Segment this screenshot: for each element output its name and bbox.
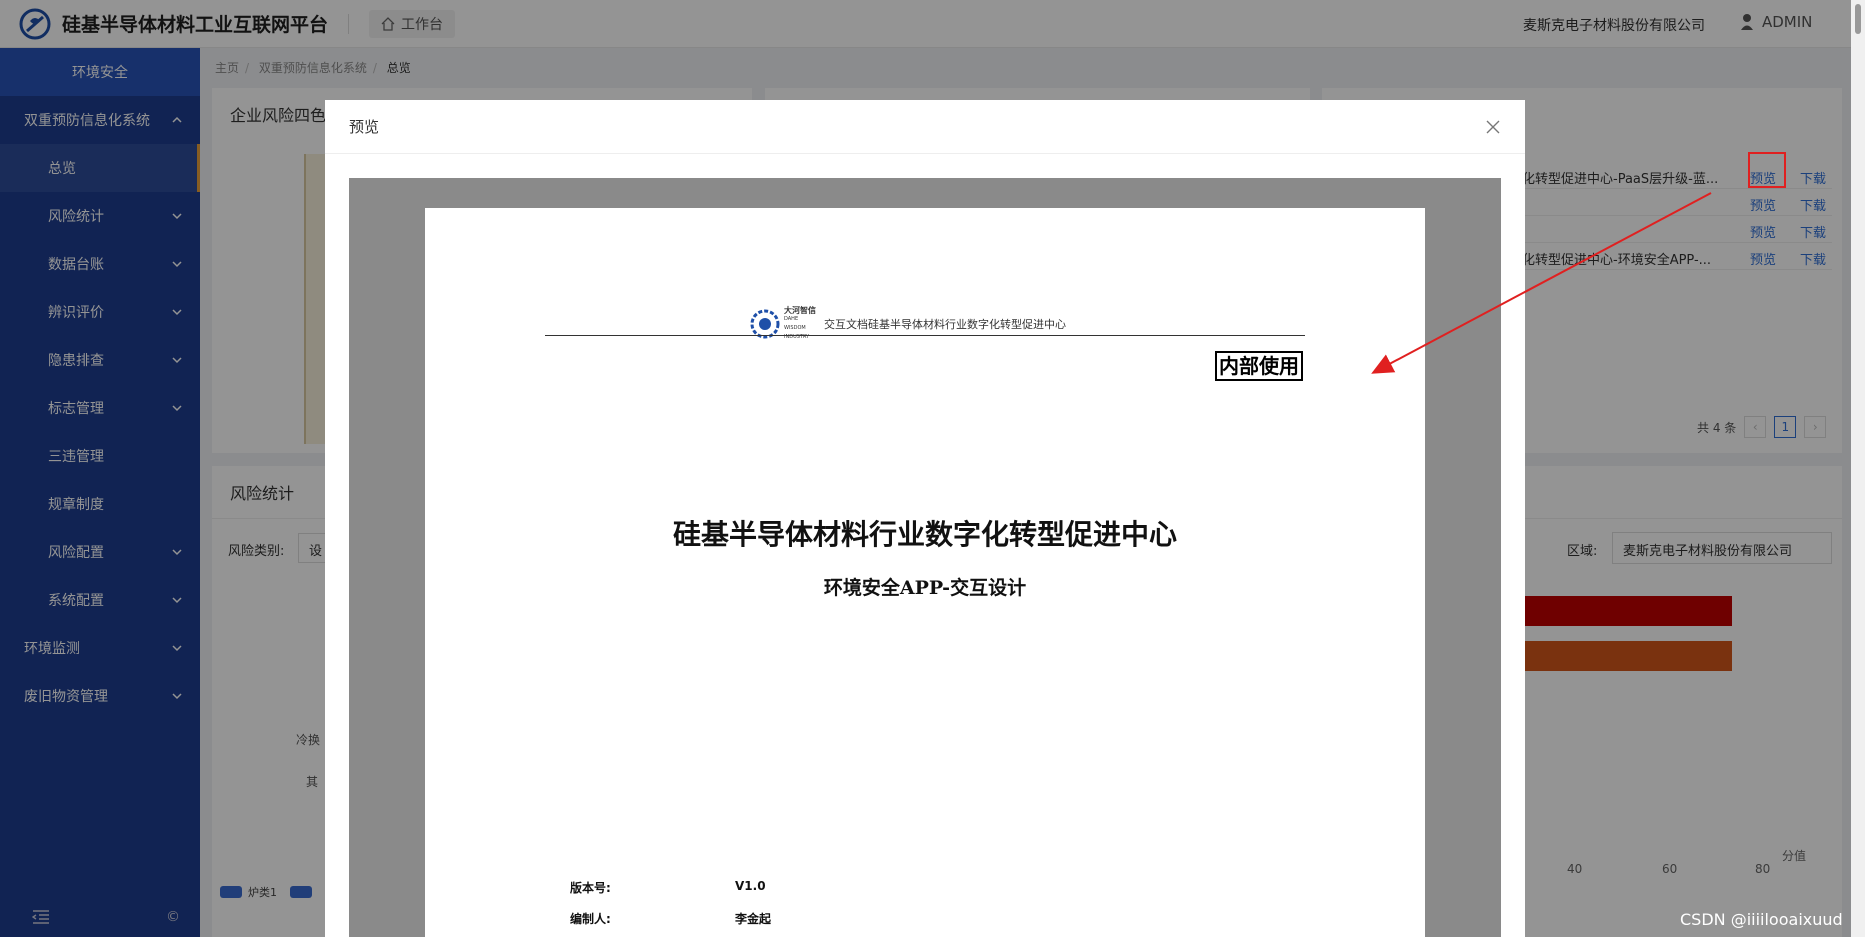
page-scrollbar[interactable] bbox=[1851, 0, 1865, 937]
annotation-arrow bbox=[1371, 192, 1712, 374]
watermark: CSDN @iiiilooaixuud bbox=[1680, 910, 1843, 929]
scrollbar-thumb[interactable] bbox=[1855, 4, 1861, 34]
